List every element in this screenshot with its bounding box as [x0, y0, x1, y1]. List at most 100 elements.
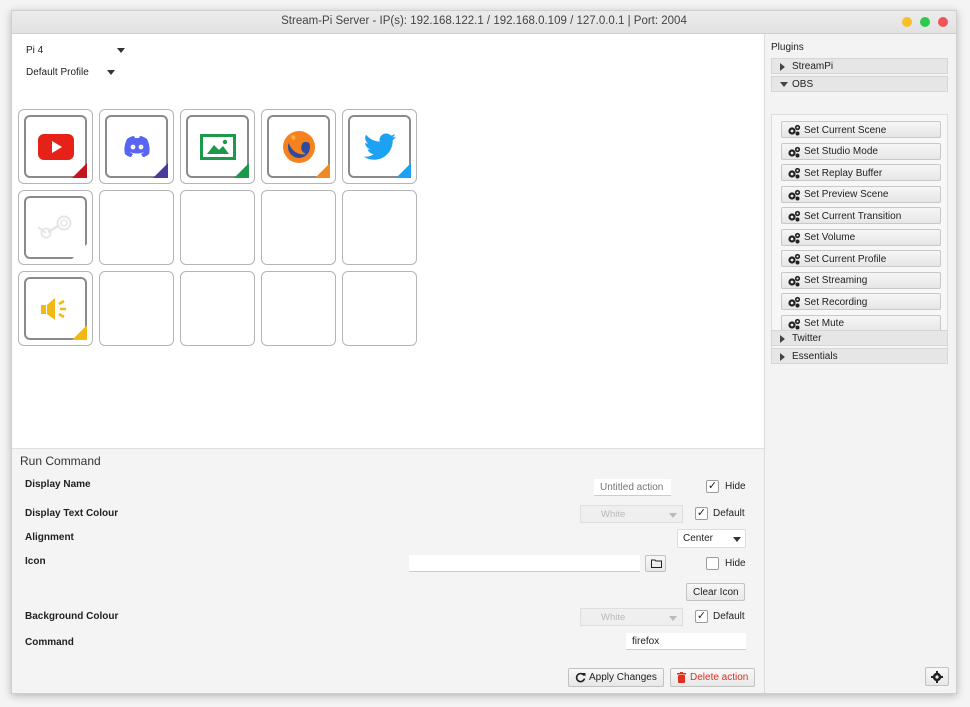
plugins-pane: Plugins StreamPi OBS Set Current Scene S… [764, 34, 956, 693]
empty-action-cell[interactable] [342, 271, 417, 346]
empty-action-cell[interactable] [342, 190, 417, 265]
text-colour-combo[interactable]: White [580, 505, 683, 523]
plugin-section-label: Twitter [792, 333, 822, 344]
text-colour-default-checkbox[interactable]: ✓ [695, 507, 708, 520]
action-corner-badge [72, 244, 87, 259]
action-cell-image[interactable] [180, 109, 255, 184]
browse-icon-button[interactable] [645, 555, 666, 572]
plugin-action-button[interactable]: Set Streaming [781, 271, 941, 290]
plugin-section-essentials[interactable]: Essentials [771, 348, 948, 364]
plugin-action-label: Set Current Profile [804, 253, 887, 265]
plugin-action-label: Set Replay Buffer [804, 167, 883, 179]
window-title: Stream-Pi Server - IP(s): 192.168.122.1 … [281, 15, 687, 27]
app-window: Stream-Pi Server - IP(s): 192.168.122.1 … [11, 10, 957, 694]
plugin-action-label: Set Mute [804, 318, 845, 329]
action-type-title: Run Command [20, 454, 101, 468]
plugin-section-streampi[interactable]: StreamPi [771, 58, 948, 74]
plugin-action-label: Set Studio Mode [804, 146, 878, 157]
gears-icon [787, 275, 801, 290]
close-button[interactable] [938, 17, 948, 27]
plugin-section-twitter[interactable]: Twitter [771, 330, 948, 346]
background-colour-label: Background Colour [25, 611, 119, 622]
folder-icon [651, 559, 662, 571]
chevron-down-icon [117, 48, 125, 53]
action-cell-speaker[interactable] [18, 271, 93, 346]
action-cell-steam[interactable] [18, 190, 93, 265]
display-text-colour-label: Display Text Colour [25, 508, 119, 519]
plugin-section-label: OBS [792, 79, 814, 90]
action-cell-firefox[interactable] [261, 109, 336, 184]
delete-action-label: Delete action [690, 672, 749, 683]
client-selector[interactable]: Pi 4 [26, 45, 125, 59]
plugin-action-button[interactable]: Set Current Transition [781, 207, 941, 224]
empty-action-cell[interactable] [99, 190, 174, 265]
plugin-action-button[interactable]: Set Replay Buffer [781, 164, 941, 181]
action-corner-badge [72, 325, 87, 340]
action-cell-youtube[interactable] [18, 109, 93, 184]
alignment-label: Alignment [25, 532, 74, 543]
plugin-action-button[interactable]: Set Mute [781, 314, 941, 332]
action-corner-badge [315, 163, 330, 178]
text-colour-value: White [601, 509, 626, 520]
apply-changes-button[interactable]: Apply Changes [568, 668, 664, 687]
action-corner-badge [72, 163, 87, 178]
trash-icon [677, 672, 686, 686]
maximize-button[interactable] [920, 17, 930, 27]
chevron-down-icon [780, 82, 788, 87]
command-label: Command [25, 637, 74, 648]
refresh-icon [575, 672, 586, 686]
plugins-title: Plugins [771, 42, 804, 53]
text-colour-default-label: Default [713, 508, 745, 519]
plugin-action-button[interactable]: Set Current Scene [781, 121, 941, 138]
plugin-action-button[interactable]: Set Volume [781, 228, 941, 247]
background-colour-combo[interactable]: White [580, 608, 683, 626]
plugin-section-label: Essentials [792, 351, 838, 362]
profile-selector[interactable]: Default Profile [26, 67, 126, 81]
empty-action-cell[interactable] [99, 271, 174, 346]
plugin-action-button[interactable]: Set Recording [781, 293, 941, 310]
chevron-down-icon [669, 616, 677, 621]
checkmark-icon: ✓ [696, 507, 707, 519]
gears-icon [787, 146, 801, 161]
action-cell-twitter[interactable] [342, 109, 417, 184]
plugin-action-button[interactable]: Set Studio Mode [781, 142, 941, 161]
action-corner-badge [153, 163, 168, 178]
chevron-right-icon [780, 335, 785, 343]
alignment-select[interactable]: Center [677, 529, 746, 548]
empty-action-cell[interactable] [261, 190, 336, 265]
action-corner-badge [396, 163, 411, 178]
clear-icon-button[interactable]: Clear Icon [686, 583, 745, 601]
gears-icon [787, 124, 801, 139]
display-name-input[interactable] [594, 479, 671, 496]
action-grid-pane: Pi 4 Default Profile [12, 34, 764, 448]
hide-name-checkbox[interactable]: ✓ [706, 480, 719, 493]
plugin-action-button[interactable]: Set Preview Scene [781, 185, 941, 203]
action-properties-pane: Run Command Display Name ✓ Hide Display … [12, 448, 764, 693]
plugin-action-label: Set Volume [804, 232, 856, 243]
gear-icon [931, 671, 943, 686]
chevron-right-icon [780, 353, 785, 361]
action-cell-discord[interactable] [99, 109, 174, 184]
hide-icon-checkbox[interactable] [706, 557, 719, 570]
delete-action-button[interactable]: Delete action [670, 668, 755, 687]
gears-icon [787, 232, 801, 247]
gears-icon [787, 210, 801, 225]
chevron-down-icon [107, 70, 115, 75]
empty-action-cell[interactable] [261, 271, 336, 346]
background-colour-value: White [601, 612, 626, 623]
empty-action-cell[interactable] [180, 190, 255, 265]
plugin-action-label: Set Current Transition [804, 210, 902, 222]
empty-action-cell[interactable] [180, 271, 255, 346]
checkmark-icon: ✓ [707, 480, 718, 492]
alignment-value: Center [683, 533, 714, 544]
settings-button[interactable] [925, 667, 949, 686]
icon-path-input[interactable] [409, 555, 640, 572]
apply-changes-label: Apply Changes [589, 672, 657, 683]
chevron-down-icon [669, 513, 677, 518]
minimize-button[interactable] [902, 17, 912, 27]
plugin-action-button[interactable]: Set Current Profile [781, 250, 941, 267]
chevron-down-icon [733, 537, 741, 542]
command-input[interactable] [626, 633, 746, 650]
background-default-checkbox[interactable]: ✓ [695, 610, 708, 623]
plugin-section-obs[interactable]: OBS [771, 76, 948, 92]
